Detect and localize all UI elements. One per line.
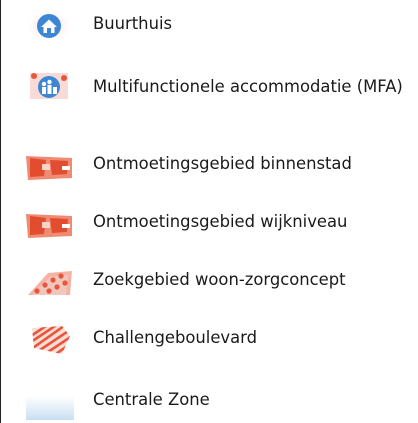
multi-person-icon bbox=[22, 70, 76, 102]
legend-list: Buurthuis Multifunctionele accommodatie … bbox=[0, 0, 418, 423]
meeting-area-city-icon bbox=[22, 150, 76, 182]
legend-label: Buurthuis bbox=[93, 14, 173, 33]
central-zone-icon bbox=[22, 390, 76, 422]
legend-label: Ontmoetingsgebied wijkniveau bbox=[93, 212, 348, 231]
search-area-dots-icon bbox=[22, 267, 76, 299]
legend-label: Challengeboulevard bbox=[93, 328, 258, 347]
legend-label: Multifunctionele accommodatie (MFA) bbox=[93, 77, 403, 96]
house-icon bbox=[22, 10, 76, 42]
legend-item-mfa: Multifunctionele accommodatie (MFA) bbox=[0, 66, 418, 126]
legend-item-ontmoetingsgebied-wijkniveau: Ontmoetingsgebied wijkniveau bbox=[0, 206, 418, 242]
striped-boulevard-icon bbox=[22, 324, 76, 356]
legend-item-zoekgebied-woon-zorgconcept: Zoekgebied woon-zorgconcept bbox=[0, 264, 418, 300]
legend-label: Zoekgebied woon-zorgconcept bbox=[93, 270, 346, 289]
legend-item-challengeboulevard: Challengeboulevard bbox=[0, 322, 418, 358]
legend-label: Ontmoetingsgebied binnenstad bbox=[93, 154, 352, 173]
legend-label: Centrale Zone bbox=[93, 390, 210, 409]
legend-item-ontmoetingsgebied-binnenstad: Ontmoetingsgebied binnenstad bbox=[0, 148, 418, 184]
meeting-area-district-icon bbox=[22, 208, 76, 240]
legend-panel: Buurthuis Multifunctionele accommodatie … bbox=[0, 0, 418, 423]
legend-item-buurthuis: Buurthuis bbox=[0, 6, 418, 42]
legend-item-centrale-zone: Centrale Zone bbox=[0, 386, 418, 422]
